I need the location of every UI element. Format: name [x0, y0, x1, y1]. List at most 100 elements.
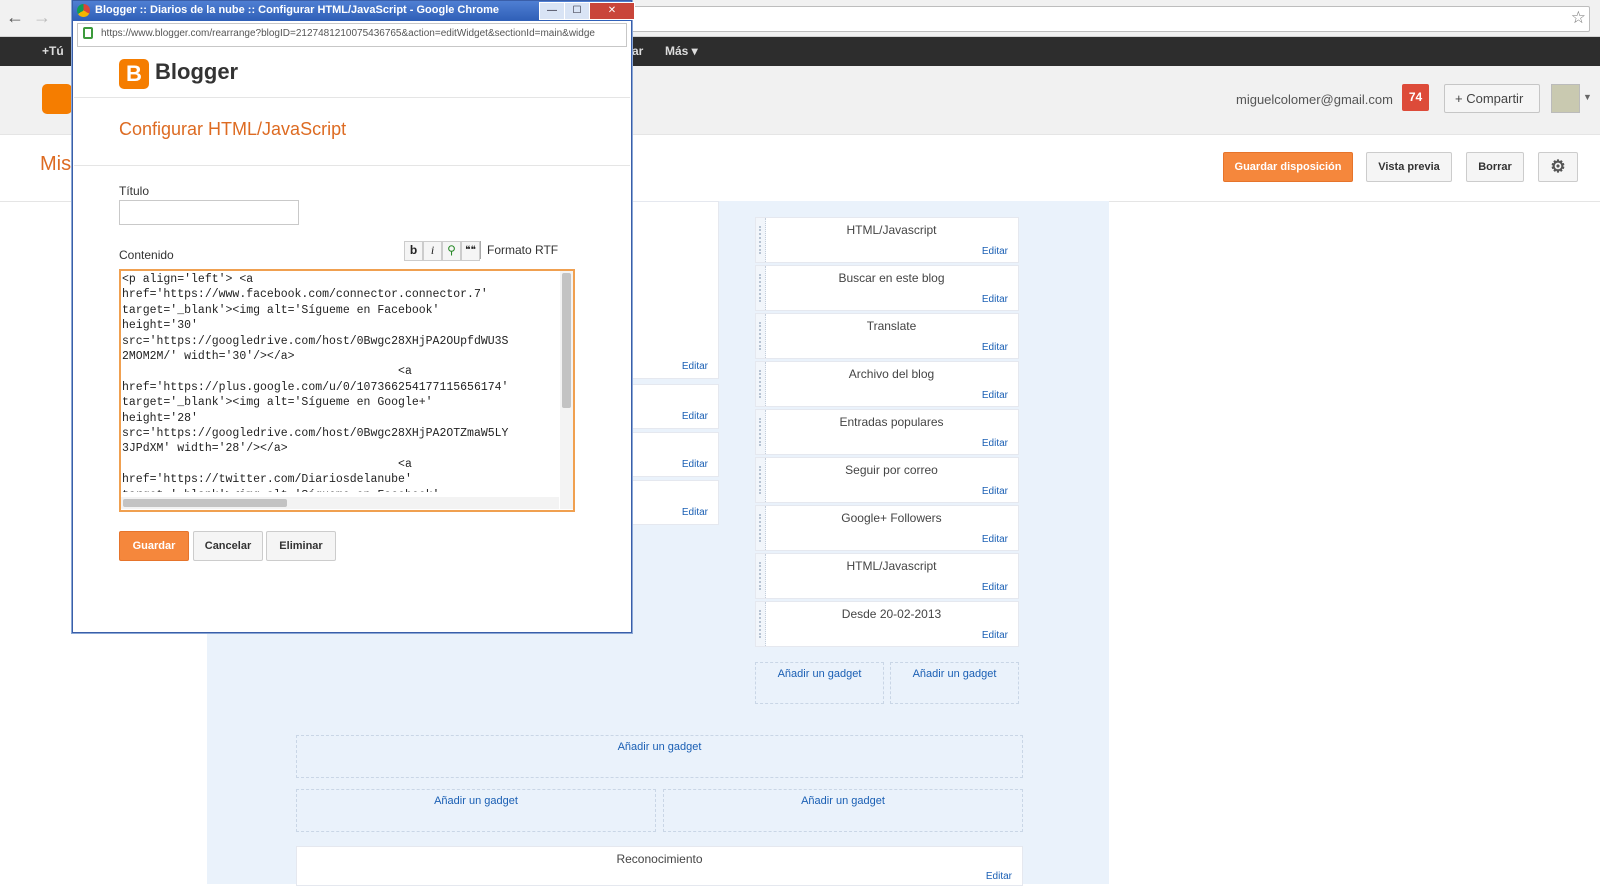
code-line: target='_blank'><img alt='Sígueme en Fac…	[122, 488, 558, 492]
gadget-reconocimiento: Reconocimiento Editar	[296, 846, 1023, 886]
divider	[74, 165, 630, 166]
sidebar-gadget[interactable]: HTML/Javascript Editar	[755, 553, 1019, 599]
edit-link[interactable]: Editar	[682, 361, 708, 372]
dialog-heading: Configurar HTML/JavaScript	[119, 119, 347, 139]
gear-icon[interactable]: ⚙	[1538, 152, 1578, 182]
code-line: 3JPdXM' width='28'/></a>	[122, 442, 288, 456]
sidebar-gadget[interactable]: Archivo del blog Editar	[755, 361, 1019, 407]
main-gadget: Editar	[630, 432, 719, 477]
minimize-button[interactable]: —	[539, 2, 565, 20]
gbar-item-partial[interactable]: ar	[632, 44, 643, 58]
blogger-logo-icon[interactable]	[42, 84, 72, 114]
main-gadget: Editar	[630, 384, 719, 429]
address-bar[interactable]	[620, 6, 1590, 32]
scrollbar-thumb[interactable]	[123, 499, 287, 507]
edit-link[interactable]: Editar	[982, 486, 1008, 497]
close-button[interactable]: ✕	[589, 2, 635, 20]
blogger-logo-icon: B	[119, 59, 149, 89]
sidebar-gadget[interactable]: Entradas populares Editar	[755, 409, 1019, 455]
edit-link[interactable]: Editar	[982, 534, 1008, 545]
delete-button[interactable]: Borrar	[1466, 152, 1524, 182]
code-line: <a	[122, 365, 412, 379]
edit-link[interactable]: Editar	[682, 411, 708, 422]
cancel-button[interactable]: Cancelar	[193, 531, 263, 561]
share-button[interactable]: + Compartir	[1444, 84, 1540, 113]
edit-link[interactable]: Editar	[986, 871, 1012, 882]
add-gadget-area[interactable]: Añadir un gadget	[890, 662, 1019, 704]
bold-button[interactable]: b	[404, 241, 423, 261]
code-line: target='_blank'><img alt='Sígueme en Goo…	[122, 396, 433, 410]
avatar[interactable]	[1551, 84, 1580, 113]
add-gadget-link[interactable]: Añadir un gadget	[297, 795, 655, 807]
chevron-down-icon[interactable]: ▼	[1583, 92, 1592, 102]
window-title: Blogger :: Diarios de la nube :: Configu…	[95, 4, 499, 16]
configure-widget-window: Blogger :: Diarios de la nube :: Configu…	[72, 0, 635, 633]
add-gadget-link[interactable]: Añadir un gadget	[297, 741, 1022, 753]
code-line: href='https://www.facebook.com/connector…	[122, 288, 488, 302]
add-gadget-area[interactable]: Añadir un gadget	[296, 789, 656, 832]
sidebar-gadget[interactable]: HTML/Javascript Editar	[755, 217, 1019, 263]
save-button[interactable]: Guardar	[119, 531, 189, 561]
maximize-button[interactable]: ☐	[564, 2, 590, 20]
edit-link[interactable]: Editar	[982, 390, 1008, 401]
code-line: height='30'	[122, 319, 198, 333]
bookmark-star-icon[interactable]: ☆	[1571, 8, 1586, 28]
remove-button[interactable]: Eliminar	[266, 531, 336, 561]
gadget-title: HTML/Javascript	[846, 559, 937, 573]
code-line: <p align='left'> <a	[122, 273, 254, 286]
forward-arrow-icon[interactable]: →	[31, 6, 53, 28]
share-button-label: + Compartir	[1455, 91, 1524, 106]
title-input[interactable]	[119, 200, 299, 225]
quote-button[interactable]: ❝❝	[461, 241, 480, 261]
account-email[interactable]: miguelcolomer@gmail.com	[1236, 92, 1393, 107]
code-line: href='https://plus.google.com/u/0/107366…	[122, 380, 509, 394]
edit-link[interactable]: Editar	[982, 246, 1008, 257]
gbar-more[interactable]: Más ▾	[665, 44, 698, 58]
preview-button[interactable]: Vista previa	[1366, 152, 1452, 182]
italic-button[interactable]: i	[423, 241, 442, 261]
divider	[480, 241, 481, 259]
gadget-title: Google+ Followers	[841, 511, 942, 525]
title-label: Título	[119, 184, 150, 198]
code-line: 2MOM2M/' width='30'/></a>	[122, 350, 295, 364]
gadget-title: Buscar en este blog	[838, 271, 945, 285]
edit-link[interactable]: Editar	[982, 630, 1008, 641]
sidebar-gadget[interactable]: Desde 20-02-2013 Editar	[755, 601, 1019, 647]
sidebar-gadget[interactable]: Translate Editar	[755, 313, 1019, 359]
scrollbar-thumb[interactable]	[562, 273, 571, 408]
add-gadget-area[interactable]: Añadir un gadget	[663, 789, 1023, 832]
edit-link[interactable]: Editar	[982, 582, 1008, 593]
add-gadget-link[interactable]: Añadir un gadget	[891, 668, 1018, 680]
add-gadget-area[interactable]: Añadir un gadget	[755, 662, 884, 704]
gadget-title: Translate	[866, 319, 917, 333]
main-gadget: Editar	[630, 201, 719, 379]
sidebar-gadget[interactable]: Seguir por correo Editar	[755, 457, 1019, 503]
link-icon[interactable]: ⚲	[442, 241, 461, 261]
rich-text-toggle[interactable]: Formato RTF	[487, 243, 558, 257]
code-line: src='https://googledrive.com/host/0Bwgc2…	[122, 334, 509, 348]
save-layout-button[interactable]: Guardar disposición	[1223, 152, 1353, 182]
content-code[interactable]: <p align='left'> <a href='https://www.fac…	[122, 272, 558, 492]
add-gadget-area[interactable]: Añadir un gadget	[296, 735, 1023, 778]
gadget-title: Reconocimiento	[616, 852, 703, 866]
edit-link[interactable]: Editar	[682, 507, 708, 518]
notification-count[interactable]: 74	[1402, 84, 1429, 111]
edit-link[interactable]: Editar	[982, 294, 1008, 305]
back-arrow-icon[interactable]: ←	[4, 6, 26, 28]
content-label: Contenido	[119, 248, 174, 262]
code-line: target='_blank'><img alt='Sígueme en Fac…	[122, 303, 440, 317]
sidebar-gadget[interactable]: Google+ Followers Editar	[755, 505, 1019, 551]
gadget-title: Entradas populares	[839, 415, 944, 429]
add-gadget-link[interactable]: Añadir un gadget	[664, 795, 1022, 807]
main-gadget: Editar	[630, 480, 719, 525]
blogger-wordmark: Blogger	[155, 59, 239, 84]
gbar-plus-tu[interactable]: +Tú	[42, 44, 64, 58]
edit-link[interactable]: Editar	[982, 342, 1008, 353]
add-gadget-link[interactable]: Añadir un gadget	[756, 668, 883, 680]
popup-url[interactable]: https://www.blogger.com/rearrange?blogID…	[101, 28, 617, 39]
page-title: Mis	[40, 153, 72, 175]
edit-link[interactable]: Editar	[682, 459, 708, 470]
edit-link[interactable]: Editar	[982, 438, 1008, 449]
sidebar-gadget[interactable]: Buscar en este blog Editar	[755, 265, 1019, 311]
gadget-title: HTML/Javascript	[846, 223, 937, 237]
